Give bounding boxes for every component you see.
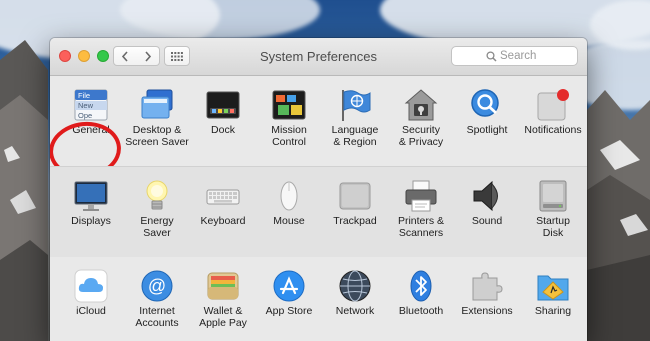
window-title: System Preferences: [259, 49, 378, 64]
notifications-icon: [537, 89, 569, 121]
pref-displays[interactable]: Displays: [58, 167, 124, 257]
title-bar: System Preferences: [50, 38, 587, 76]
chevron-left-icon: [121, 50, 128, 62]
pref-printers-scanners[interactable]: Printers & Scanners: [388, 167, 454, 257]
pref-label: Notifications: [524, 124, 582, 136]
internet-prefs-row: iCloud @ Internet Accounts Wallet & Apple …: [50, 257, 587, 341]
pref-notifications[interactable]: Notifications: [520, 76, 586, 166]
system-preferences-window: System Preferences File New Ope General: [50, 38, 587, 341]
back-button[interactable]: [113, 46, 137, 66]
minimize-button[interactable]: [78, 50, 90, 62]
wallet-icon: [207, 272, 239, 300]
flag-icon: [342, 90, 371, 121]
pref-app-store[interactable]: App Store: [256, 257, 322, 341]
pref-bluetooth[interactable]: Bluetooth: [388, 257, 454, 341]
svg-text:@: @: [148, 276, 166, 296]
mouse-icon: [280, 181, 298, 211]
zoom-button[interactable]: [97, 50, 109, 62]
speaker-icon: [473, 180, 498, 212]
pref-mouse[interactable]: Mouse: [256, 167, 322, 257]
personal-prefs-row: File New Ope General Desktop & Screen Sav…: [50, 76, 587, 182]
at-icon: @: [141, 270, 173, 302]
pref-security-privacy[interactable]: Security & Privacy: [388, 76, 454, 166]
puzzle-icon: [472, 272, 503, 301]
search-field[interactable]: [451, 46, 578, 66]
desktop-icon: [141, 89, 173, 119]
pref-wallet-apple-pay[interactable]: Wallet & Apple Pay: [190, 257, 256, 341]
pref-sharing[interactable]: Sharing: [520, 257, 586, 341]
pref-dock[interactable]: Dock: [190, 76, 256, 166]
pref-startup-disk[interactable]: Startup Disk: [520, 167, 586, 257]
pref-label: Sharing: [534, 305, 572, 317]
app-store-icon: [273, 270, 305, 302]
close-button[interactable]: [59, 50, 71, 62]
pref-desktop-screen-saver[interactable]: Desktop & Screen Saver: [124, 76, 190, 166]
keyboard-icon: [206, 189, 240, 205]
grid-icon: [171, 51, 183, 61]
pref-energy-saver[interactable]: Energy Saver: [124, 167, 190, 257]
pref-mission-control[interactable]: Mission Control: [256, 76, 322, 166]
lightbulb-icon: [146, 180, 168, 210]
pref-spotlight[interactable]: Spotlight: [454, 76, 520, 166]
house-icon: [404, 89, 438, 121]
pref-label: Startup Disk: [536, 215, 570, 239]
show-all-button[interactable]: [164, 46, 190, 66]
trackpad-icon: [339, 182, 371, 210]
mission-control-icon: [272, 90, 306, 120]
pref-language-region[interactable]: Language & Region: [322, 76, 388, 166]
hardware-prefs-row: Displays Energy Saver Keyboard Mouse Tra…: [50, 166, 587, 258]
general-icon: File New Ope: [74, 89, 108, 121]
general-icon-text-1: File: [78, 91, 90, 100]
disk-icon: [539, 180, 567, 212]
display-icon: [74, 181, 108, 211]
general-icon-text-2: New: [78, 101, 94, 110]
pref-network[interactable]: Network: [322, 257, 388, 341]
bluetooth-icon: [410, 270, 432, 302]
chevron-right-icon: [144, 50, 151, 62]
cloud-icon: [74, 269, 108, 303]
printer-icon: [405, 180, 437, 212]
globe-icon: [339, 270, 371, 302]
sharing-folder-icon: [537, 275, 569, 301]
general-icon-text-3: Ope: [78, 111, 92, 120]
pref-keyboard[interactable]: Keyboard: [190, 167, 256, 257]
search-icon: [486, 51, 497, 62]
pref-sound[interactable]: Sound: [454, 167, 520, 257]
pref-trackpad[interactable]: Trackpad: [322, 167, 388, 257]
pref-extensions[interactable]: Extensions: [454, 257, 520, 341]
magnifier-icon: [471, 89, 499, 117]
forward-button[interactable]: [136, 46, 160, 66]
dock-icon: [206, 91, 240, 119]
search-input[interactable]: [500, 48, 574, 64]
